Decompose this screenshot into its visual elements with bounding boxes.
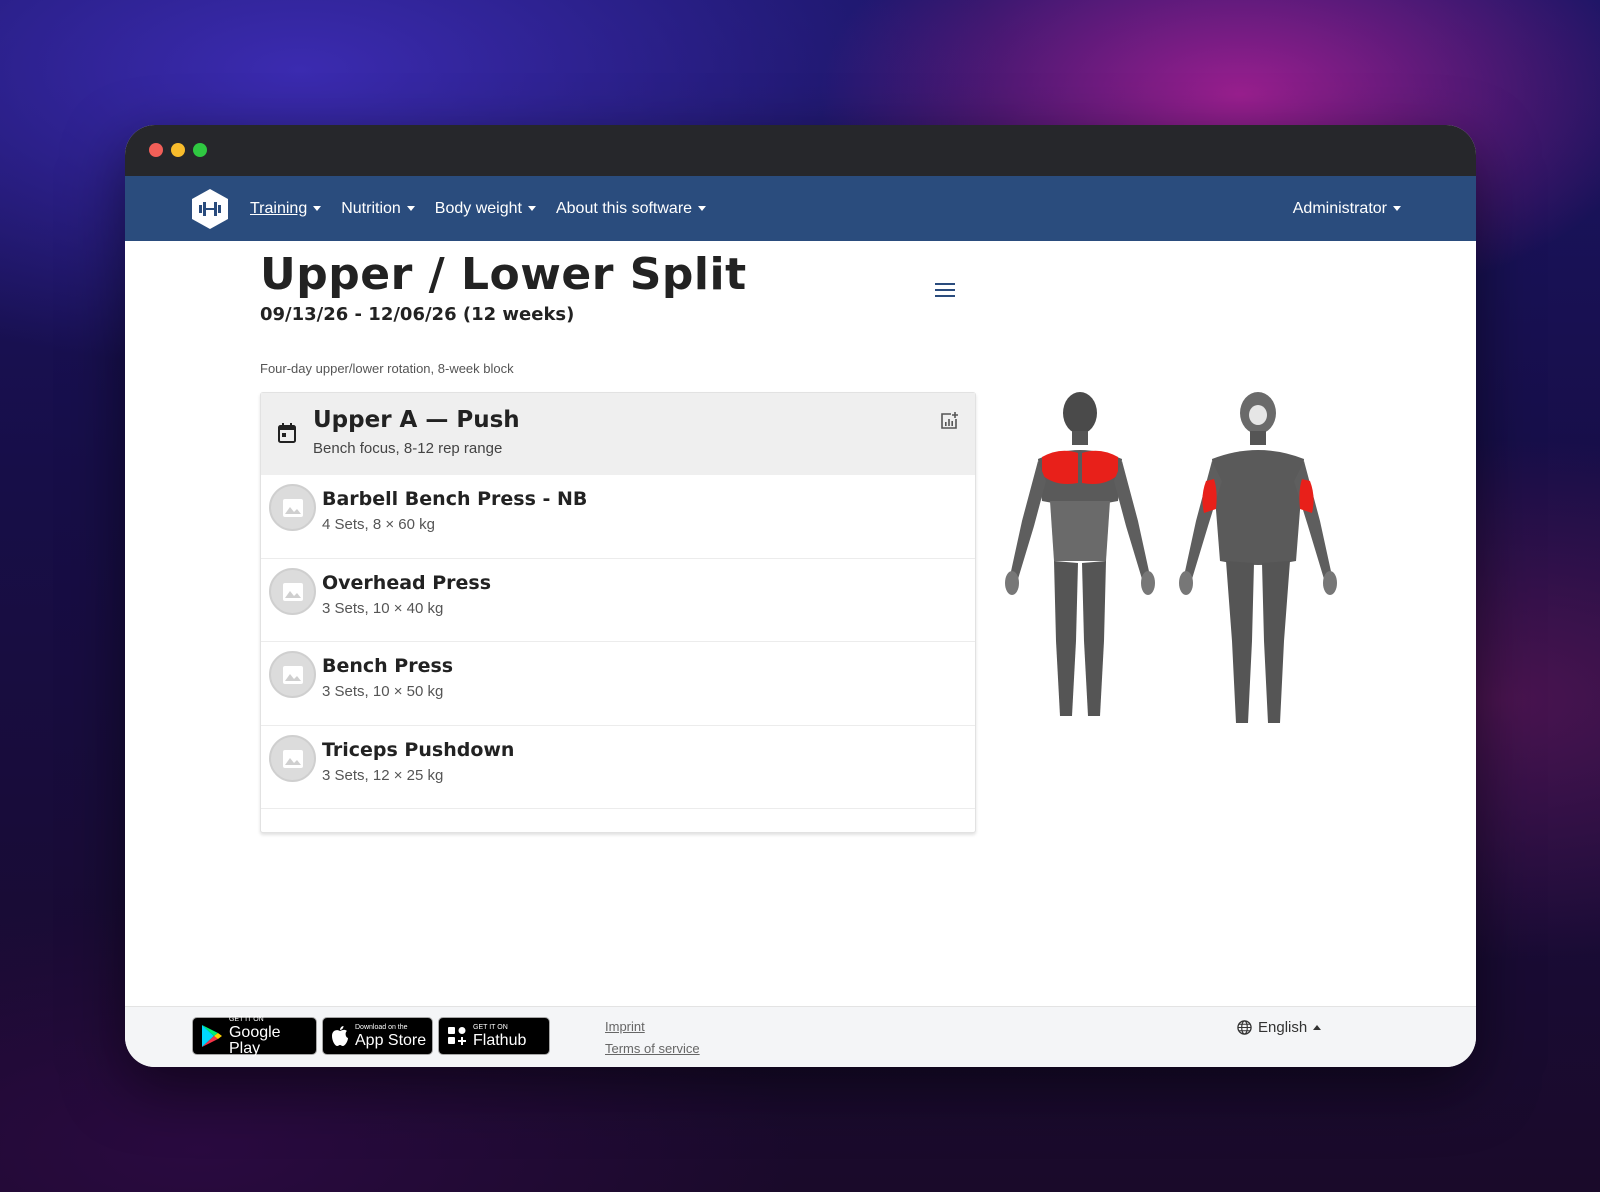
terms-of-service-link[interactable]: Terms of service <box>605 1041 700 1056</box>
nav-about-label: About this software <box>555 199 693 217</box>
flathub-big: Flathub <box>473 1031 527 1049</box>
browser-window: Training Nutrition Body weight About thi… <box>125 125 1476 1067</box>
minimize-window-button[interactable] <box>171 143 185 157</box>
nav-about[interactable]: About this software <box>555 199 707 218</box>
muscle-diagram <box>1005 392 1337 723</box>
exercise-sets: 3 Sets, 10 × 50 kg <box>322 683 444 700</box>
exercise-name: Bench Press <box>322 655 454 677</box>
day-subtitle: Bench focus, 8-12 rep range <box>313 440 503 457</box>
exercise-row[interactable]: Overhead Press 3 Sets, 10 × 40 kg <box>261 559 975 642</box>
chevron-down-icon <box>698 206 707 211</box>
exercise-row[interactable]: Barbell Bench Press - NB 4 Sets, 8 × 60 … <box>261 475 975 559</box>
exercise-row[interactable]: Bench Press 3 Sets, 10 × 50 kg <box>261 642 975 726</box>
language-selector[interactable]: English <box>1237 1019 1322 1036</box>
exercise-name: Barbell Bench Press - NB <box>322 488 588 510</box>
maximize-window-button[interactable] <box>193 143 207 157</box>
flathub-small: GET IT ON <box>473 1023 508 1031</box>
exercise-name: Overhead Press <box>322 571 492 594</box>
image-placeholder-icon <box>269 651 316 698</box>
main-content: Upper / Lower Split 09/13/26 - 12/06/26 … <box>125 241 1476 1006</box>
day-header: Upper A — Push Bench focus, 8-12 rep ran… <box>261 393 975 475</box>
hamburger-menu-icon[interactable] <box>935 283 955 299</box>
nav-nutrition[interactable]: Nutrition <box>341 200 415 218</box>
exercise-sets: 3 Sets, 12 × 25 kg <box>322 766 444 784</box>
page-title: Upper / Lower Split <box>260 249 747 300</box>
app-store-small: Download on the <box>355 1023 408 1031</box>
navbar: Training Nutrition Body weight About thi… <box>125 176 1476 241</box>
back-body-figure <box>1179 392 1337 723</box>
imprint-link[interactable]: Imprint <box>605 1019 645 1034</box>
chevron-down-icon <box>313 206 322 211</box>
exercise-sets: 3 Sets, 10 × 40 kg <box>322 599 444 617</box>
routine-dates: 09/13/26 - 12/06/26 (12 weeks) <box>260 304 575 325</box>
image-placeholder-icon <box>269 567 316 615</box>
chevron-down-icon <box>406 206 415 211</box>
nav-body-weight[interactable]: Body weight <box>435 200 536 218</box>
exercise-sets: 4 Sets, 8 × 60 kg <box>322 516 435 533</box>
google-play-big: Google Play <box>228 1023 281 1057</box>
day-card: Upper A — Push Bench focus, 8-12 rep ran… <box>260 392 976 833</box>
chevron-down-icon <box>527 206 536 211</box>
nav-training[interactable]: Training <box>250 199 322 218</box>
routine-description: Four-day upper/lower rotation, 8-week bl… <box>260 361 514 376</box>
close-window-button[interactable] <box>149 143 163 157</box>
window-titlebar <box>125 125 1476 176</box>
app-store-badge[interactable]: Download on the App Store <box>322 1017 433 1055</box>
image-placeholder-icon <box>269 484 316 531</box>
language-label: English <box>1258 1019 1308 1036</box>
globe-icon <box>1237 1020 1252 1035</box>
google-play-icon <box>201 1025 222 1047</box>
nav-nutrition-label: Nutrition <box>341 199 401 217</box>
image-placeholder-icon <box>269 734 316 782</box>
calendar-icon <box>278 423 296 443</box>
flathub-icon <box>448 1027 466 1045</box>
user-menu-label: Administrator <box>1292 199 1387 217</box>
nav-training-label: Training <box>250 199 308 217</box>
chevron-up-icon <box>1313 1025 1322 1030</box>
day-title: Upper A — Push <box>313 407 520 433</box>
user-menu[interactable]: Administrator <box>1293 176 1401 241</box>
exercise-row[interactable]: Triceps Pushdown 3 Sets, 12 × 25 kg <box>261 726 975 809</box>
footer: GET IT ON Google Play Download on the Ap… <box>125 1006 1476 1067</box>
exercise-list: Barbell Bench Press - NB 4 Sets, 8 × 60 … <box>261 475 975 809</box>
add-chart-icon[interactable] <box>939 411 959 431</box>
wger-logo-icon[interactable] <box>190 188 230 230</box>
google-play-small: GET IT ON <box>228 1015 264 1023</box>
nav-body-weight-label: Body weight <box>434 199 522 217</box>
app-store-big: App Store <box>355 1031 427 1049</box>
google-play-badge[interactable]: GET IT ON Google Play <box>192 1015 317 1057</box>
chevron-down-icon <box>1393 206 1401 211</box>
apple-icon <box>332 1026 348 1046</box>
exercise-name: Triceps Pushdown <box>322 738 515 761</box>
front-body-figure <box>1005 392 1155 716</box>
flathub-badge[interactable]: GET IT ON Flathub <box>438 1017 550 1055</box>
